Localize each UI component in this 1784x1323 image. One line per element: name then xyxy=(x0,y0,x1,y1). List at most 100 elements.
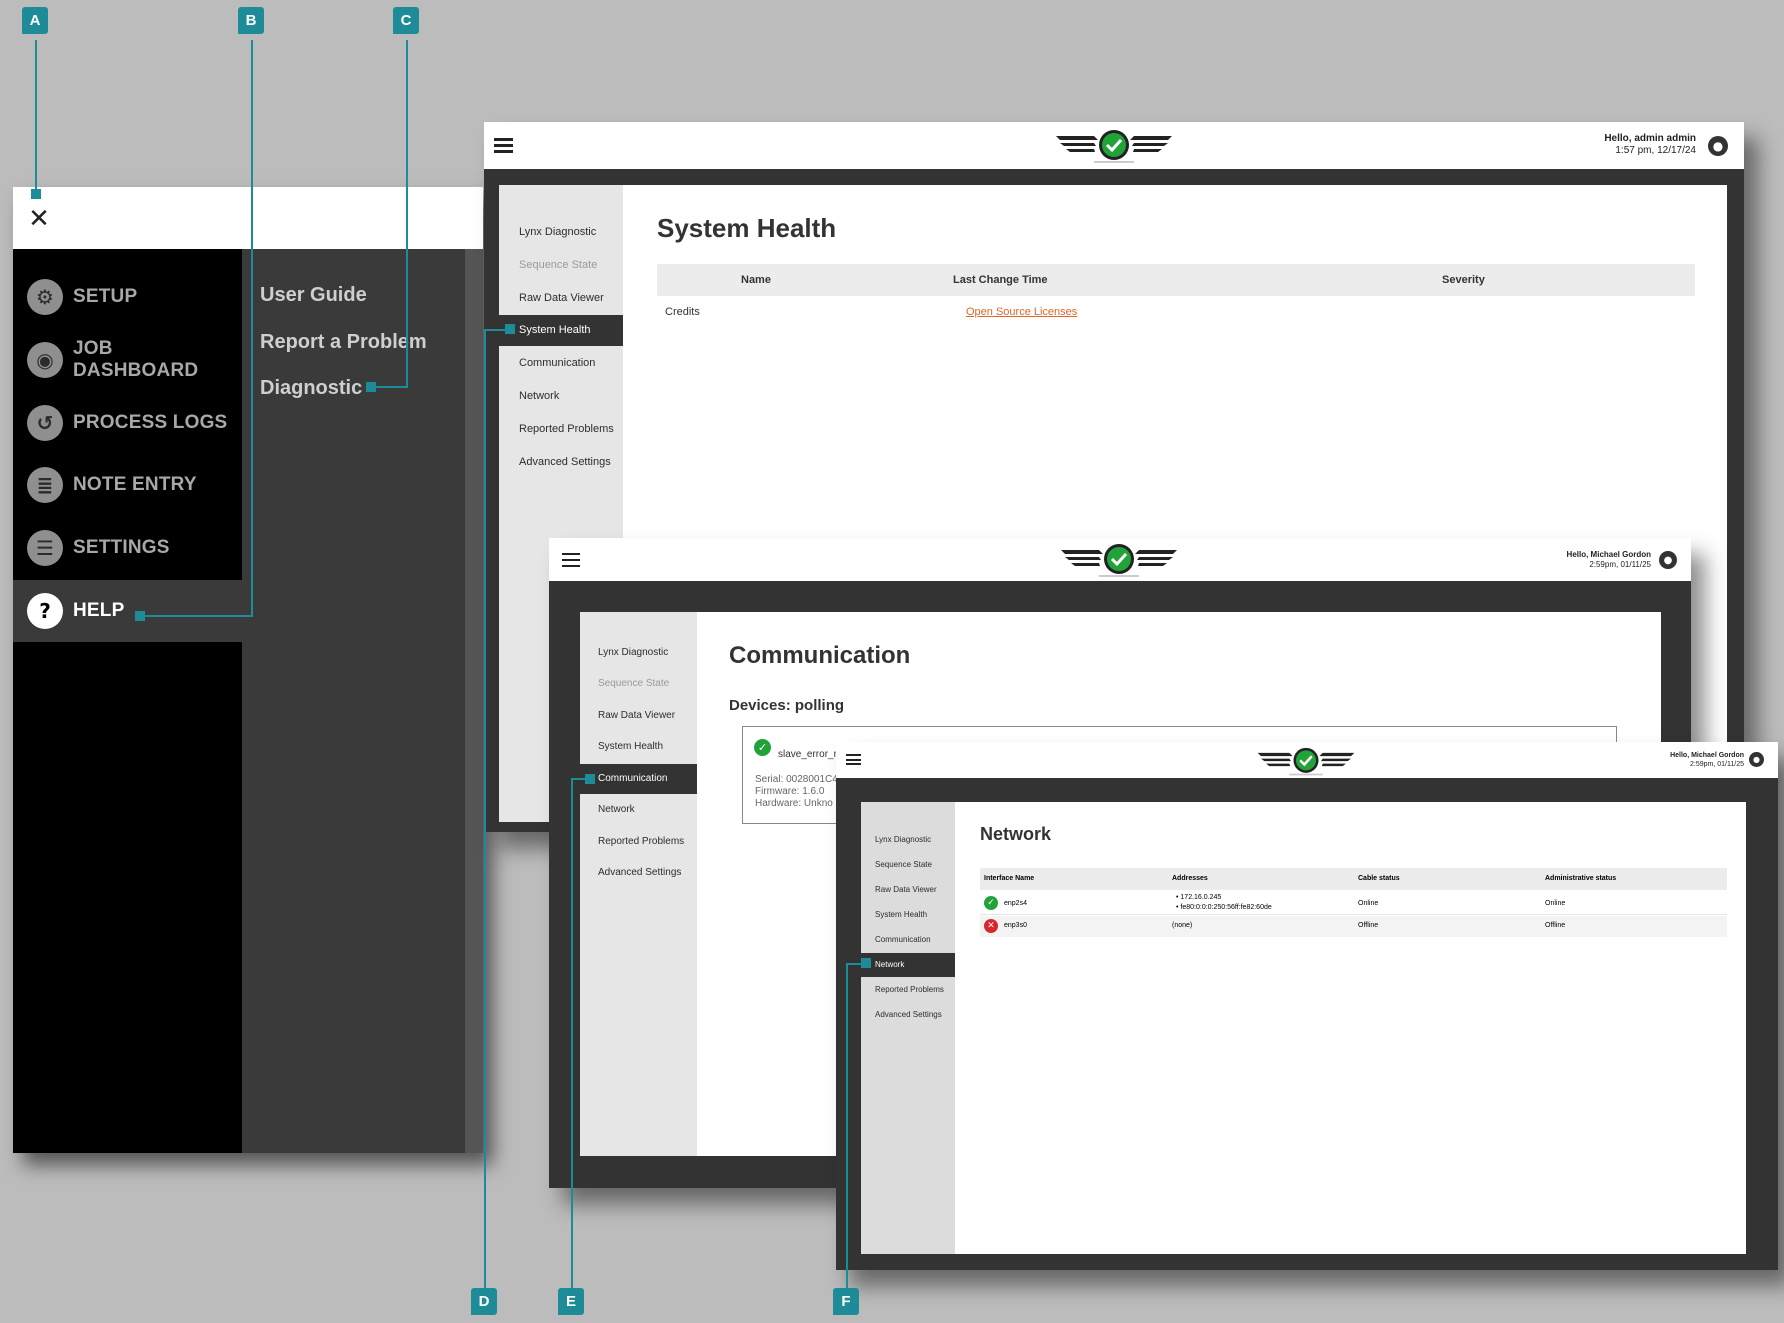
diagnostic-sidebar: Lynx Diagnostic Sequence State Raw Data … xyxy=(580,612,697,1156)
address-ipv4: • 172.16.0.245 xyxy=(1176,894,1222,901)
nav-item-label: JOB DASHBOARD xyxy=(73,338,199,381)
nav-item-note-entry[interactable]: ≣ NOTE ENTRY xyxy=(13,454,242,516)
sidebar-item-communication[interactable]: Communication xyxy=(580,764,697,794)
help-diagnostic[interactable]: Diagnostic xyxy=(260,377,362,400)
admin-status: Online xyxy=(1545,900,1566,907)
sidebar-item-network[interactable]: Network xyxy=(580,795,697,825)
callout-line-b-h xyxy=(137,615,253,617)
column-header-last-change: Last Change Time xyxy=(953,274,1048,286)
sidebar-item-raw-data-viewer[interactable]: Raw Data Viewer xyxy=(499,283,623,313)
sidebar-item-reported-problems[interactable]: Reported Problems xyxy=(580,827,697,857)
callout-line-f-h xyxy=(846,963,861,965)
hamburger-menu-icon[interactable] xyxy=(562,553,580,567)
sidebar-item-communication[interactable]: Communication xyxy=(499,348,623,378)
sidebar-item-lynx-diagnostic[interactable]: Lynx Diagnostic xyxy=(861,828,955,852)
column-header-addresses: Addresses xyxy=(1172,875,1208,882)
nav-item-process-logs[interactable]: ↺ PROCESS LOGS xyxy=(13,392,242,454)
table-header: Interface Name Addresses Cable status Ad… xyxy=(980,868,1727,890)
column-header-name: Name xyxy=(741,274,771,286)
side-menu-screen: ✕ ⚙ SETUP ◉ JOB DASHBOARD ↺ PROCESS LOGS… xyxy=(13,187,483,1153)
open-source-licenses-link[interactable]: Open Source Licenses xyxy=(966,306,1077,318)
diagnostic-sidebar: Lynx Diagnostic Sequence State Raw Data … xyxy=(861,802,955,1254)
app-logo-icon xyxy=(1061,544,1177,577)
menu-top-bar: ✕ xyxy=(13,187,483,249)
sidebar-item-sequence-state[interactable]: Sequence State xyxy=(499,250,623,280)
account-icon[interactable]: ● xyxy=(1659,551,1677,569)
address-none: (none) xyxy=(1172,922,1193,929)
sidebar-item-network[interactable]: Network xyxy=(861,953,955,977)
sidebar-item-reported-problems[interactable]: Reported Problems xyxy=(499,414,623,444)
sidebar-item-lynx-diagnostic[interactable]: Lynx Diagnostic xyxy=(580,638,697,668)
column-header-interface: Interface Name xyxy=(984,875,1035,882)
user-greeting: Hello, admin admin 1:57 pm, 12/17/24 xyxy=(1604,133,1696,157)
help-report-problem[interactable]: Report a Problem xyxy=(260,331,427,354)
table-row: ✕ enp3s0 (none) Offline Offline xyxy=(980,916,1727,937)
address-ipv6-text: fe80:0:0:0:250:56ff:fe82:60de xyxy=(1180,904,1272,911)
sidebar-item-sequence-state[interactable]: Sequence State xyxy=(580,669,697,699)
sidebar-item-advanced-settings[interactable]: Advanced Settings xyxy=(499,447,623,477)
app-logo-icon xyxy=(1056,130,1172,163)
device-firmware: Firmware: 1.6.0 xyxy=(755,786,825,797)
main-nav: ⚙ SETUP ◉ JOB DASHBOARD ↺ PROCESS LOGS ≣… xyxy=(13,249,242,1153)
page-title: Communication xyxy=(729,642,911,669)
sidebar-item-system-health[interactable]: System Health xyxy=(580,732,697,762)
address-ipv4-text: 172.16.0.245 xyxy=(1180,894,1222,901)
nav-item-setup[interactable]: ⚙ SETUP xyxy=(13,266,242,328)
callout-dot-c xyxy=(366,382,376,392)
callout-c: C xyxy=(393,7,419,34)
background-page-peek xyxy=(465,249,483,1153)
network-window: Hello, Michael Gordon 2:59pm, 01/11/25 ●… xyxy=(836,742,1778,1270)
sidebar-item-reported-problems[interactable]: Reported Problems xyxy=(861,978,955,1002)
nav-item-settings[interactable]: ☰ SETTINGS xyxy=(13,517,242,579)
close-icon[interactable]: ✕ xyxy=(27,206,51,232)
hamburger-menu-icon[interactable] xyxy=(494,138,513,153)
sidebar-item-network[interactable]: Network xyxy=(499,381,623,411)
network-page: Lynx Diagnostic Sequence State Raw Data … xyxy=(861,802,1746,1254)
nav-item-help[interactable]: ? HELP xyxy=(13,580,242,642)
admin-status: Offline xyxy=(1545,922,1566,929)
account-icon[interactable]: ● xyxy=(1708,136,1728,156)
nav-item-job-dashboard[interactable]: ◉ JOB DASHBOARD xyxy=(13,329,242,391)
page-title: System Health xyxy=(657,213,837,243)
device-serial: Serial: 0028001C4 xyxy=(755,774,838,785)
app-logo-icon xyxy=(1257,747,1355,776)
sidebar-item-raw-data-viewer[interactable]: Raw Data Viewer xyxy=(861,878,955,902)
address-ipv6: • fe80:0:0:0:250:56ff:fe82:60de xyxy=(1176,904,1272,911)
user-name: Hello, Michael Gordon xyxy=(1566,550,1651,559)
callout-line-f xyxy=(846,963,848,1299)
hamburger-menu-icon[interactable] xyxy=(846,754,861,765)
sidebar-item-advanced-settings[interactable]: Advanced Settings xyxy=(861,1003,955,1027)
page-title: Network xyxy=(980,824,1052,844)
user-name: Hello, admin admin xyxy=(1604,133,1696,144)
sidebar-item-raw-data-viewer[interactable]: Raw Data Viewer xyxy=(580,701,697,731)
eye-icon: ◉ xyxy=(27,342,63,378)
column-header-admin-status: Administrative status xyxy=(1545,875,1617,882)
callout-line-a xyxy=(35,40,37,192)
clipboard-icon: ≣ xyxy=(27,467,63,503)
callout-a: A xyxy=(22,7,48,34)
sidebar-item-sequence-state[interactable]: Sequence State xyxy=(861,853,955,877)
user-greeting: Hello, Michael Gordon 2:59pm, 01/11/25 xyxy=(1670,751,1744,769)
history-icon: ↺ xyxy=(27,405,63,441)
help-user-guide[interactable]: User Guide xyxy=(260,284,367,307)
nav-item-label: HELP xyxy=(73,600,125,621)
interface-name: enp3s0 xyxy=(1004,922,1027,929)
column-header-cable-status: Cable status xyxy=(1358,875,1400,882)
sidebar-item-system-health[interactable]: System Health xyxy=(499,315,623,346)
app-header: Hello, Michael Gordon 2:59pm, 01/11/25 ● xyxy=(549,538,1691,581)
app-header: Hello, Michael Gordon 2:59pm, 01/11/25 ● xyxy=(836,742,1778,778)
sidebar-item-communication[interactable]: Communication xyxy=(861,928,955,952)
device-name: slave_error_n xyxy=(778,749,840,760)
help-icon: ? xyxy=(27,593,63,629)
sidebar-item-advanced-settings[interactable]: Advanced Settings xyxy=(580,858,697,888)
app-header: Hello, admin admin 1:57 pm, 12/17/24 ● xyxy=(484,122,1744,169)
callout-e: E xyxy=(558,1288,584,1315)
callout-line-c xyxy=(406,40,408,388)
sidebar-item-system-health[interactable]: System Health xyxy=(861,903,955,927)
status-error-icon: ✕ xyxy=(984,919,998,933)
nav-item-label: SETUP xyxy=(73,286,138,307)
table-row: ✓ enp2s4 • 172.16.0.245 • fe80:0:0:0:250… xyxy=(980,891,1727,915)
account-icon[interactable]: ● xyxy=(1749,752,1764,767)
sidebar-item-lynx-diagnostic[interactable]: Lynx Diagnostic xyxy=(499,217,623,247)
current-time: 1:57 pm, 12/17/24 xyxy=(1615,145,1696,156)
